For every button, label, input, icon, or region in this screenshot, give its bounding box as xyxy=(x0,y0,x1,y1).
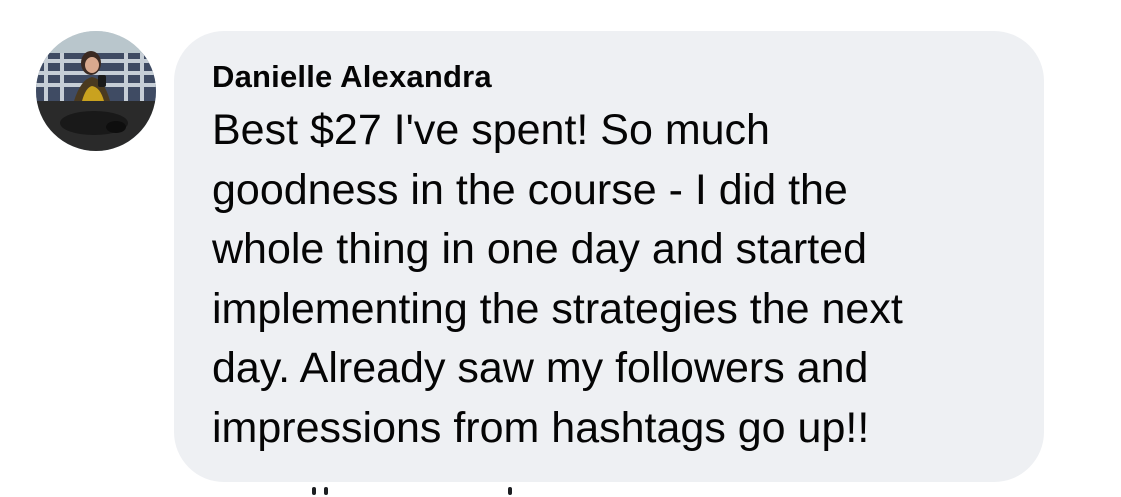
profile-photo-icon xyxy=(36,31,156,151)
comment-text-line: day. Already saw my followers and xyxy=(212,344,869,392)
comment-thread: Danielle Alexandra Best $27 I've spent! … xyxy=(0,0,1121,497)
avatar[interactable] xyxy=(36,31,156,151)
comment-text: Best $27 I've spent! So much goodness in… xyxy=(212,101,1012,458)
comment-text-line: implementing the strategies the next xyxy=(212,284,903,333)
comment-text-line: goodness in the course - I did the xyxy=(212,165,848,214)
cropped-text-fragment xyxy=(232,487,542,497)
comment-text-line: whole thing in one day and started xyxy=(212,225,868,273)
comment-bubble: Danielle Alexandra Best $27 I've spent! … xyxy=(174,31,1044,482)
comment-author-name[interactable]: Danielle Alexandra xyxy=(212,59,1020,95)
comment-text-line: Best $27 I've spent! So much xyxy=(212,106,770,154)
comment-text-line: impressions from hashtags go up!! xyxy=(212,403,870,452)
